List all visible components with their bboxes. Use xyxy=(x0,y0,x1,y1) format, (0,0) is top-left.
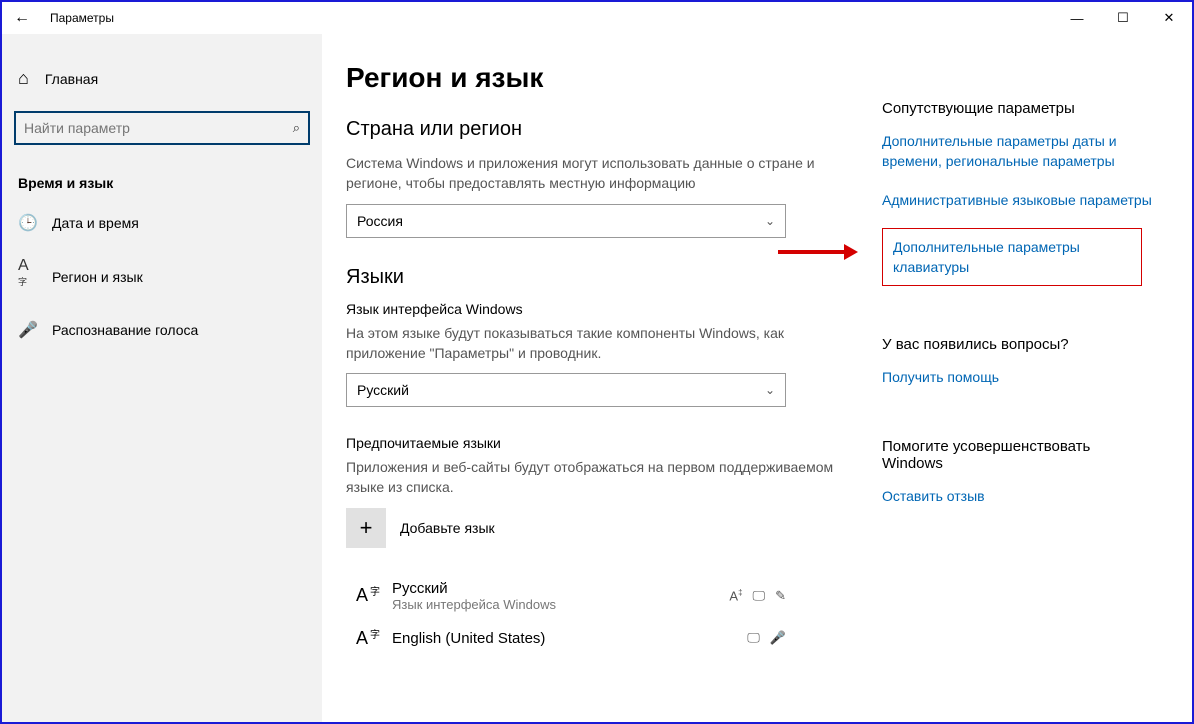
search-icon: ⌕ xyxy=(293,120,300,136)
sidebar-item-datetime[interactable]: 🕒 Дата и время xyxy=(2,201,322,245)
language-name: Русский xyxy=(392,580,715,597)
improve-heading: Помогите усовершенствовать Windows xyxy=(882,438,1152,472)
sidebar-item-speech[interactable]: 🎤 Распознавание голоса xyxy=(2,308,322,352)
annotation-arrow xyxy=(778,240,858,264)
sidebar-home[interactable]: ⌂ Главная xyxy=(2,58,322,99)
sidebar-item-label: Регион и язык xyxy=(52,269,143,285)
link-keyboard-settings[interactable]: Дополнительные параметры клавиатуры xyxy=(882,228,1142,287)
language-name: English (United States) xyxy=(392,630,733,647)
link-feedback[interactable]: Оставить отзыв xyxy=(882,486,1152,506)
titlebar: ← Параметры — ☐ ✕ xyxy=(2,2,1192,34)
sidebar-item-region-language[interactable]: A字 Регион и язык xyxy=(2,245,322,308)
sidebar-item-label: Дата и время xyxy=(52,215,139,231)
chevron-down-icon: ⌄ xyxy=(765,214,775,228)
language-sub: Язык интерфейса Windows xyxy=(392,597,715,612)
related-heading: Сопутствующие параметры xyxy=(882,100,1152,117)
preferred-languages-label: Предпочитаемые языки xyxy=(346,435,842,451)
home-icon: ⌂ xyxy=(18,68,29,89)
language-indicators: A‡ 🖵 ✎ xyxy=(729,588,786,604)
language-item-english[interactable]: A English (United States) 🖵 🎤 xyxy=(346,620,786,657)
region-selected-value: Россия xyxy=(357,213,403,229)
display-language-description: На этом языке будут показываться такие к… xyxy=(346,323,842,364)
display-icon: 🖵 xyxy=(753,588,766,604)
language-item-russian[interactable]: A Русский Язык интерфейса Windows A‡ 🖵 ✎ xyxy=(346,572,786,620)
minimize-button[interactable]: — xyxy=(1054,2,1100,34)
language-glyph-icon: A xyxy=(346,628,378,649)
speech-icon: 🎤 xyxy=(770,630,786,646)
language-glyph-icon: A xyxy=(346,585,378,606)
link-date-time-regional[interactable]: Дополнительные параметры даты и времени,… xyxy=(882,131,1152,172)
sidebar-section-title: Время и язык xyxy=(2,165,322,201)
maximize-button[interactable]: ☐ xyxy=(1100,2,1146,34)
sidebar-item-label: Распознавание голоса xyxy=(52,322,198,338)
back-button[interactable]: ← xyxy=(2,9,42,27)
preferred-languages-description: Приложения и веб-сайты будут отображатьс… xyxy=(346,457,842,498)
language-indicators: 🖵 🎤 xyxy=(747,630,786,646)
search-input-wrapper[interactable]: ⌕ xyxy=(14,111,310,145)
add-language-button[interactable]: + Добавьте язык xyxy=(346,508,842,548)
home-label: Главная xyxy=(45,71,98,87)
search-input[interactable] xyxy=(24,120,293,136)
window-title: Параметры xyxy=(42,11,114,25)
languages-heading: Языки xyxy=(346,266,842,289)
display-icon: 🖵 xyxy=(747,630,760,646)
link-admin-language[interactable]: Административные языковые параметры xyxy=(882,190,1152,210)
clock-icon: 🕒 xyxy=(18,213,36,233)
region-description: Система Windows и приложения могут испол… xyxy=(346,153,842,194)
region-heading: Страна или регион xyxy=(346,118,842,141)
display-language-select[interactable]: Русский ⌄ xyxy=(346,373,786,407)
microphone-icon: 🎤 xyxy=(18,320,36,340)
text-to-speech-icon: A‡ xyxy=(729,588,742,604)
close-button[interactable]: ✕ xyxy=(1146,2,1192,34)
language-icon: A字 xyxy=(18,257,36,296)
sidebar: ⌂ Главная ⌕ Время и язык 🕒 Дата и время … xyxy=(2,34,322,722)
link-get-help[interactable]: Получить помощь xyxy=(882,367,1152,387)
display-language-label: Язык интерфейса Windows xyxy=(346,301,842,317)
handwriting-icon: ✎ xyxy=(775,588,786,604)
questions-heading: У вас появились вопросы? xyxy=(882,336,1152,353)
display-language-value: Русский xyxy=(357,382,409,398)
add-language-label: Добавьте язык xyxy=(400,520,495,536)
chevron-down-icon: ⌄ xyxy=(765,383,775,397)
region-select[interactable]: Россия ⌄ xyxy=(346,204,786,238)
page-title: Регион и язык xyxy=(346,62,842,94)
plus-icon: + xyxy=(346,508,386,548)
